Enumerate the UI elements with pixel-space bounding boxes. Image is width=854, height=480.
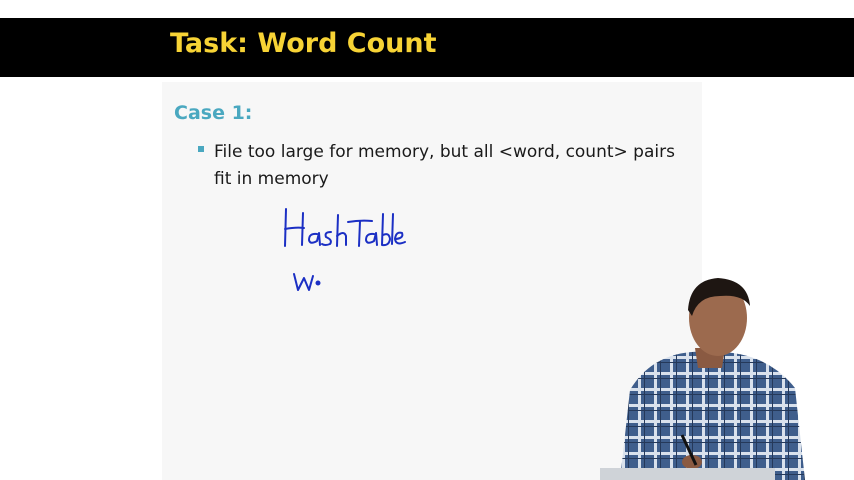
presenter-video — [600, 278, 805, 480]
presenter-desk — [600, 468, 775, 480]
slide-title: Task: Word Count — [170, 28, 437, 59]
case-heading: Case 1: — [174, 102, 253, 124]
bullet-marker — [198, 146, 204, 152]
bullet-text: File too large for memory, but all <word… — [214, 142, 675, 189]
presenter-shirt — [620, 351, 805, 480]
lecture-video-frame: Task: Word Count Case 1: File too large … — [0, 0, 854, 480]
top-margin — [0, 0, 854, 18]
